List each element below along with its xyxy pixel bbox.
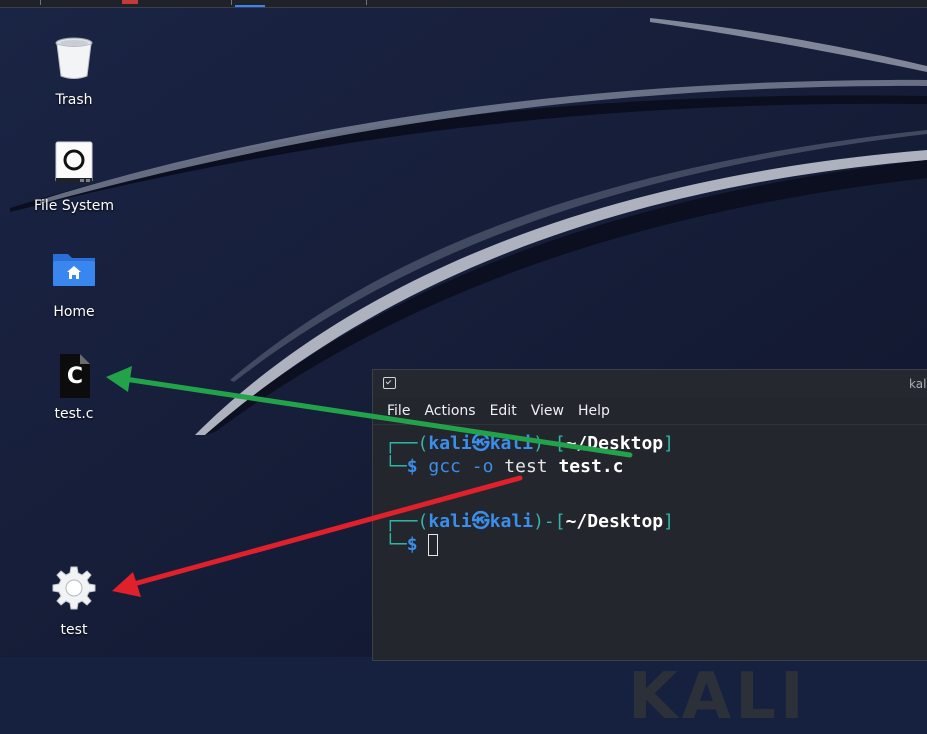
menu-view[interactable]: View bbox=[531, 403, 564, 419]
command-line: └─$ gcc -o test test.c bbox=[385, 456, 624, 477]
panel-app-icon[interactable] bbox=[122, 0, 138, 4]
window-title: kali bbox=[909, 377, 927, 391]
panel-separator bbox=[231, 0, 232, 5]
menu-actions[interactable]: Actions bbox=[424, 403, 475, 419]
desktop-icon-label: File System bbox=[33, 198, 115, 214]
terminal-output[interactable]: KALI ┌──(kali㉿kali)-[~/Desktop] └─$ gcc … bbox=[373, 425, 927, 734]
home-folder-icon bbox=[53, 254, 95, 286]
desktop-icon-label: test bbox=[60, 622, 88, 638]
terminal-icon bbox=[383, 377, 396, 389]
panel-active-indicator bbox=[235, 5, 265, 7]
top-panel bbox=[0, 0, 927, 8]
desktop-icon-file-system[interactable]: File System bbox=[24, 140, 124, 214]
trash-icon bbox=[55, 37, 93, 79]
desktop-icon-label: Trash bbox=[55, 92, 93, 108]
terminal-menubar: File Actions Edit View Help bbox=[373, 398, 927, 425]
desktop-icon-test-c[interactable]: C test.c bbox=[24, 352, 124, 422]
desktop-icon-label: Home bbox=[53, 304, 95, 320]
c-source-file-icon: C bbox=[50, 352, 98, 400]
terminal-window[interactable]: kali File Actions Edit View Help KALI ┌─… bbox=[372, 369, 927, 734]
menu-help[interactable]: Help bbox=[578, 403, 610, 419]
desktop-icon-home[interactable]: Home bbox=[24, 246, 124, 320]
text-cursor bbox=[428, 534, 439, 556]
panel-separator bbox=[366, 0, 367, 5]
gear-icon bbox=[52, 566, 96, 610]
prompt-line: ┌──(kali㉿kali)-[~/Desktop] bbox=[385, 511, 674, 532]
c-glyph: C bbox=[66, 364, 84, 389]
prompt-line: ┌──(kali㉿kali)-[~/Desktop] bbox=[385, 433, 674, 454]
desktop-icon-label: test.c bbox=[54, 406, 94, 422]
desktop-icon-trash[interactable]: Trash bbox=[24, 34, 124, 108]
input-line[interactable]: └─$ bbox=[385, 534, 439, 556]
menu-file[interactable]: File bbox=[387, 403, 410, 419]
desktop-icon-test[interactable]: test bbox=[24, 564, 124, 638]
hard-drive-icon bbox=[55, 141, 93, 183]
terminal-titlebar[interactable]: kali bbox=[373, 370, 927, 398]
menu-edit[interactable]: Edit bbox=[490, 403, 517, 419]
panel-separator bbox=[40, 0, 41, 5]
kali-watermark: KALI bbox=[628, 660, 808, 734]
